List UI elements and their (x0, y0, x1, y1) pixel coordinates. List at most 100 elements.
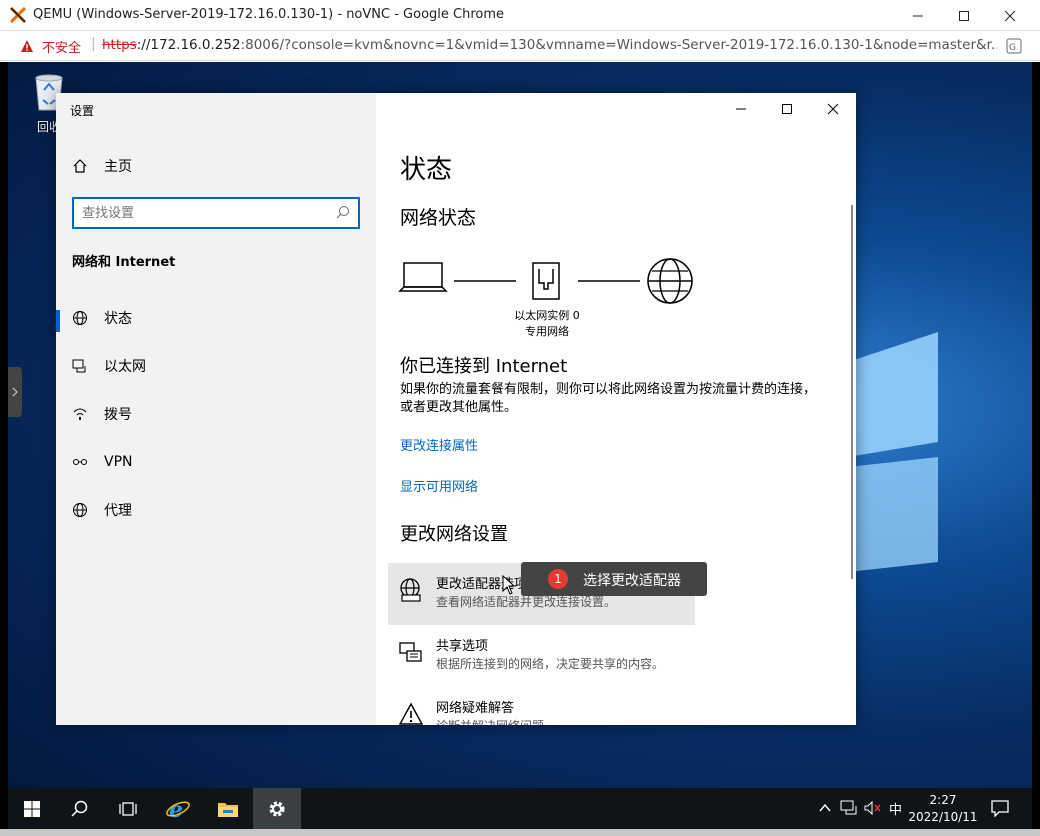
task-view-button[interactable] (104, 788, 152, 829)
address-bar[interactable]: 不安全 | https://172.16.0.252:8006/?console… (0, 31, 1040, 61)
ethernet-icon (71, 357, 89, 375)
url-text[interactable]: https://172.16.0.252:8006/?console=kvm&n… (102, 37, 997, 53)
ethernet-port-icon (532, 262, 560, 300)
globe-icon (71, 501, 89, 519)
nav-item-label: 状态 (104, 311, 132, 327)
search-input[interactable] (82, 203, 332, 223)
settings-nav: 设置 主页 网络和 Internet 状态 以太网 (56, 93, 376, 725)
settings-minimize-button[interactable] (718, 93, 764, 125)
settings-maximize-button[interactable] (764, 93, 810, 125)
browser-title: QEMU (Windows-Server-2019-172.16.0.130-1… (33, 7, 505, 22)
nav-item-status[interactable]: 状态 (56, 298, 376, 338)
taskbar: e 中 2:27 2022/10/11 (8, 788, 1032, 829)
browser-title-bar: QEMU (Windows-Server-2019-172.16.0.130-1… (0, 0, 1040, 31)
content-scrollbar[interactable] (851, 205, 853, 579)
settings-window[interactable]: 设置 主页 网络和 Internet 状态 以太网 (56, 93, 856, 725)
search-box[interactable] (72, 197, 360, 229)
nav-section-title: 网络和 Internet (72, 255, 176, 270)
nav-home-label: 主页 (104, 159, 132, 175)
nav-item-dialup[interactable]: 拨号 (56, 394, 376, 434)
option-title: 共享选项 (436, 639, 489, 654)
page-title: 状态 (400, 155, 453, 185)
svg-text:G: G (1009, 43, 1016, 53)
change-settings-heading: 更改网络设置 (400, 524, 508, 545)
network-troubleshooter[interactable]: 网络疑难解答 诊断并解决网络问题。 (388, 687, 695, 725)
ie-button[interactable]: e (154, 788, 202, 829)
minimize-icon (913, 15, 923, 16)
vpn-icon (71, 453, 89, 471)
nav-item-label: 代理 (104, 503, 132, 519)
annotation-text: 选择更改适配器 (583, 573, 681, 589)
translate-icon[interactable]: G (1006, 38, 1022, 54)
connected-description: 如果你的流量套餐有限制，则你可以将此网络设置为按流量计费的连接，或者更改其他属性… (400, 382, 817, 415)
dialup-icon (71, 405, 89, 423)
show-available-networks-link[interactable]: 显示可用网络 (400, 476, 478, 495)
settings-content: 状态 网络状态 以太网实例 0 专用网络 你已连接到 Internet 如果你的… (376, 93, 856, 725)
volume-muted-icon[interactable] (863, 800, 883, 816)
internet-explorer-icon: e (166, 797, 190, 822)
maximize-icon (782, 104, 792, 114)
maximize-icon (959, 10, 969, 21)
globe-icon (71, 309, 89, 327)
chevron-up-icon[interactable] (818, 801, 832, 815)
file-explorer-button[interactable] (204, 788, 252, 829)
close-icon (827, 103, 839, 115)
left-border (0, 62, 8, 836)
windows-start-icon (24, 800, 40, 817)
network-status-heading: 网络状态 (400, 207, 477, 229)
nav-item-label: 拨号 (104, 407, 132, 423)
novnc-side-handle[interactable] (8, 367, 22, 417)
close-button[interactable] (987, 0, 1033, 31)
minimize-icon (736, 108, 746, 110)
mouse-cursor-icon (502, 575, 516, 595)
bottom-strip (0, 829, 1040, 836)
gear-icon (269, 801, 285, 816)
taskbar-search-button[interactable] (56, 788, 104, 829)
folder-icon (218, 802, 238, 817)
settings-app-title: 设置 (70, 104, 95, 118)
change-connection-properties-link[interactable]: 更改连接属性 (400, 435, 478, 454)
clock-time: 2:27 (929, 793, 957, 807)
option-description: 根据所连接到的网络，决定要共享的内容。 (436, 657, 665, 671)
right-border (1032, 62, 1040, 836)
adapter-globe-icon (400, 578, 421, 602)
clock[interactable]: 2:27 2022/10/11 (908, 792, 978, 826)
nav-item-proxy[interactable]: 代理 (56, 490, 376, 530)
search-icon (71, 800, 88, 817)
settings-close-button[interactable] (810, 93, 856, 125)
ime-indicator[interactable]: 中 (889, 799, 902, 818)
nav-item-ethernet[interactable]: 以太网 (56, 346, 376, 386)
option-description: 诊断并解决网络问题。 (436, 717, 556, 725)
minimize-button[interactable] (895, 0, 941, 31)
start-button[interactable] (8, 788, 56, 829)
nav-home[interactable]: 主页 (56, 146, 376, 186)
nav-item-label: 以太网 (104, 359, 146, 375)
task-view-icon (119, 801, 137, 816)
search-icon[interactable] (336, 205, 350, 219)
proxmox-icon (10, 7, 26, 23)
home-icon (71, 157, 89, 175)
internet-globe-icon (647, 258, 693, 304)
address-separator: | (91, 36, 96, 52)
laptop-icon (398, 262, 448, 292)
svg-text:e: e (169, 797, 183, 822)
adapter-name: 以太网实例 0 (514, 309, 580, 322)
connected-heading: 你已连接到 Internet (400, 356, 568, 377)
nav-item-vpn[interactable]: VPN (56, 442, 376, 482)
sharing-icon (399, 642, 422, 662)
close-icon (1004, 10, 1016, 21)
notifications-icon[interactable] (990, 799, 1010, 817)
option-title: 网络疑难解答 (436, 701, 515, 716)
settings-taskbar-button[interactable] (253, 788, 301, 829)
nav-item-label: VPN (104, 454, 133, 470)
network-type: 专用网络 (525, 325, 569, 338)
clock-date: 2022/10/11 (908, 810, 978, 824)
sharing-options[interactable]: 共享选项 根据所连接到的网络，决定要共享的内容。 (388, 625, 695, 687)
step-badge: 1 (548, 569, 568, 589)
warning-triangle-icon (398, 702, 424, 725)
insecure-label[interactable]: 不安全 (42, 37, 81, 56)
warning-icon (21, 40, 33, 52)
network-tray-icon[interactable] (840, 800, 858, 816)
chevron-right-icon (12, 387, 18, 397)
maximize-button[interactable] (941, 0, 987, 31)
